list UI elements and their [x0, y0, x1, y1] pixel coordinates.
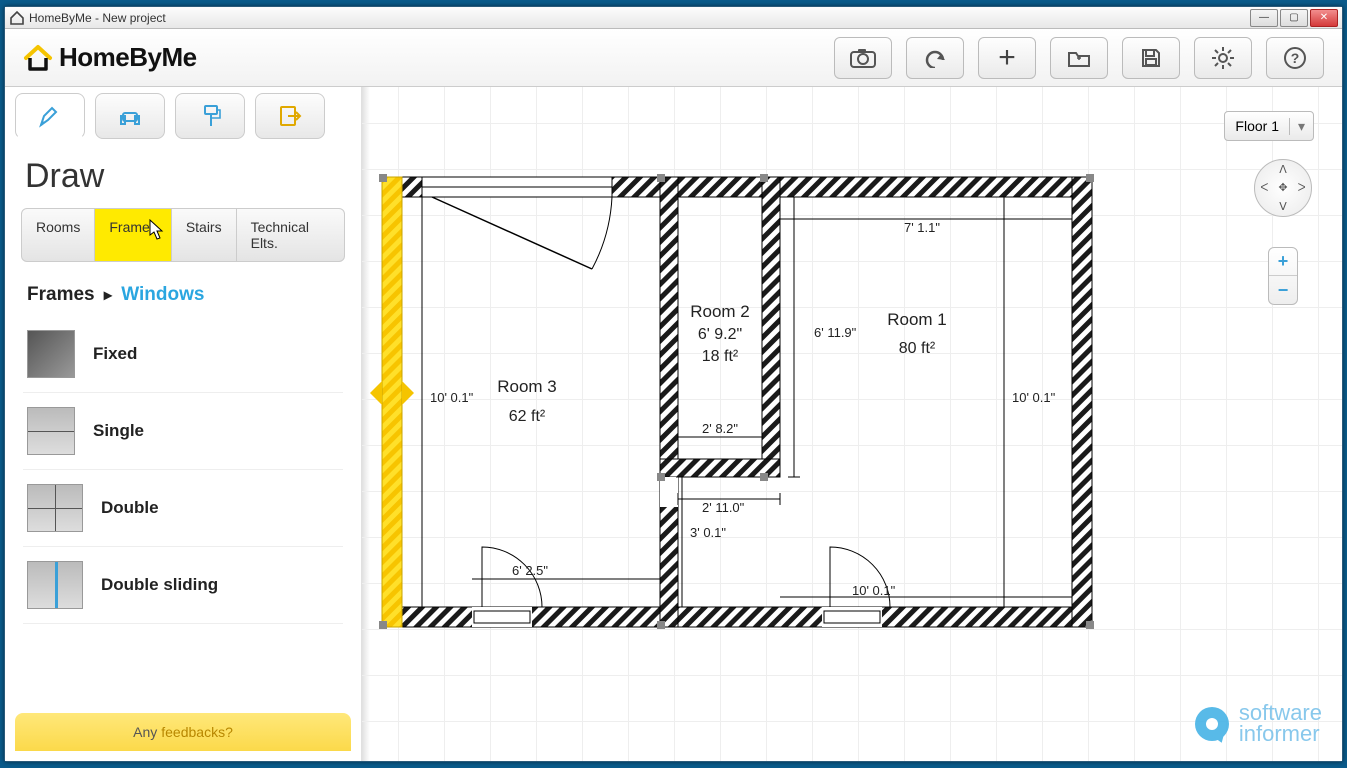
chevron-right-icon: ▸	[104, 287, 112, 304]
pan-right-icon[interactable]: ᐳ	[1292, 179, 1311, 198]
brand-text: HomeByMe	[59, 42, 197, 73]
svg-text:10' 0.1": 10' 0.1"	[852, 583, 896, 598]
settings-button[interactable]	[1194, 37, 1252, 79]
app-toolbar: HomeByMe + ?	[5, 29, 1342, 87]
subtab-stairs[interactable]: Stairs	[172, 209, 237, 261]
svg-text:10' 0.1": 10' 0.1"	[430, 390, 474, 405]
tool-draw[interactable]	[15, 93, 85, 139]
pan-control[interactable]: ᐱ ᐸ✥ᐳ ᐯ	[1254, 159, 1312, 217]
svg-text:Room 1: Room 1	[887, 310, 947, 329]
zoom-control: + −	[1268, 247, 1298, 305]
subtab-technical[interactable]: Technical Elts.	[237, 209, 344, 261]
subtab-frames[interactable]: Frames	[95, 209, 171, 261]
breadcrumb: Frames ▸ Windows	[5, 262, 361, 316]
svg-text:10' 0.1": 10' 0.1"	[1012, 390, 1056, 405]
minimize-button[interactable]: —	[1250, 9, 1278, 27]
tool-decorate[interactable]	[175, 93, 245, 139]
svg-text:6' 11.9": 6' 11.9"	[814, 325, 857, 340]
help-button[interactable]: ?	[1266, 37, 1324, 79]
draw-subtabs: Rooms Frames Stairs Technical Elts.	[21, 208, 345, 262]
floor-label: Floor 1	[1225, 118, 1289, 134]
watermark-line2: informer	[1239, 724, 1322, 745]
breadcrumb-category[interactable]: Frames	[27, 284, 95, 305]
window-title: HomeByMe - New project	[29, 11, 166, 25]
svg-text:6' 2.5": 6' 2.5"	[512, 563, 548, 578]
item-label: Double	[101, 498, 159, 518]
feedback-text: Any	[133, 724, 157, 740]
pan-center-icon[interactable]: ✥	[1274, 179, 1293, 198]
svg-text:62 ft²: 62 ft²	[509, 408, 546, 425]
feedback-link: feedbacks?	[161, 724, 233, 740]
svg-text:2' 8.2": 2' 8.2"	[702, 421, 738, 436]
pan-up-icon[interactable]: ᐱ	[1274, 160, 1293, 179]
svg-text:6' 9.2": 6' 9.2"	[698, 326, 742, 343]
thumb-icon	[27, 561, 83, 609]
window-item-double-sliding[interactable]: Double sliding	[23, 547, 343, 624]
item-label: Single	[93, 421, 144, 441]
svg-text:7' 1.1": 7' 1.1"	[904, 220, 940, 235]
save-button[interactable]	[1122, 37, 1180, 79]
canvas[interactable]: Floor 1 ▾ ᐱ ᐸ✥ᐳ ᐯ + −	[361, 87, 1342, 761]
svg-text:3' 0.1": 3' 0.1"	[690, 525, 726, 540]
camera-button[interactable]	[834, 37, 892, 79]
add-button[interactable]: +	[978, 37, 1036, 79]
window-titlebar: HomeByMe - New project — ▢ ✕	[5, 7, 1342, 29]
close-button[interactable]: ✕	[1310, 9, 1338, 27]
brand-logo: HomeByMe	[23, 42, 197, 73]
feedback-button[interactable]: Any feedbacks?	[15, 713, 351, 751]
svg-text:80 ft²: 80 ft²	[899, 340, 936, 357]
watermark-icon	[1195, 707, 1229, 741]
app-icon	[9, 10, 25, 26]
item-label: Double sliding	[101, 575, 218, 595]
tool-furnish[interactable]	[95, 93, 165, 139]
subtab-rooms[interactable]: Rooms	[22, 209, 95, 261]
svg-text:2' 11.0": 2' 11.0"	[702, 500, 745, 515]
thumb-icon	[27, 407, 75, 455]
svg-text:?: ?	[1291, 50, 1300, 66]
maximize-button[interactable]: ▢	[1280, 9, 1308, 27]
zoom-out-button[interactable]: −	[1269, 276, 1297, 304]
floor-plan[interactable]: 7' 1.1" 6' 11.9" 10' 0.1" 10' 0.1" 2' 8.…	[382, 177, 1092, 627]
section-title: Draw	[5, 139, 361, 208]
zoom-in-button[interactable]: +	[1269, 248, 1297, 276]
pan-left-icon[interactable]: ᐸ	[1255, 179, 1274, 198]
thumb-icon	[27, 484, 83, 532]
breadcrumb-current[interactable]: Windows	[121, 284, 204, 305]
svg-text:Room 2: Room 2	[690, 302, 750, 321]
tool-export[interactable]	[255, 93, 325, 139]
chevron-down-icon: ▾	[1289, 118, 1313, 135]
window-item-single[interactable]: Single	[23, 393, 343, 470]
thumb-icon	[27, 330, 75, 378]
svg-text:18 ft²: 18 ft²	[702, 348, 739, 365]
item-label: Fixed	[93, 344, 137, 364]
window-item-double[interactable]: Double	[23, 470, 343, 547]
sidebar: ◂◂ Draw Rooms Frames Stairs Technical El…	[5, 87, 361, 761]
open-button[interactable]	[1050, 37, 1108, 79]
pan-down-icon[interactable]: ᐯ	[1274, 197, 1293, 216]
floor-selector[interactable]: Floor 1 ▾	[1224, 111, 1314, 141]
svg-text:Room 3: Room 3	[497, 377, 557, 396]
watermark: software informer	[1195, 703, 1322, 745]
undo-button[interactable]	[906, 37, 964, 79]
window-item-fixed[interactable]: Fixed	[23, 316, 343, 393]
